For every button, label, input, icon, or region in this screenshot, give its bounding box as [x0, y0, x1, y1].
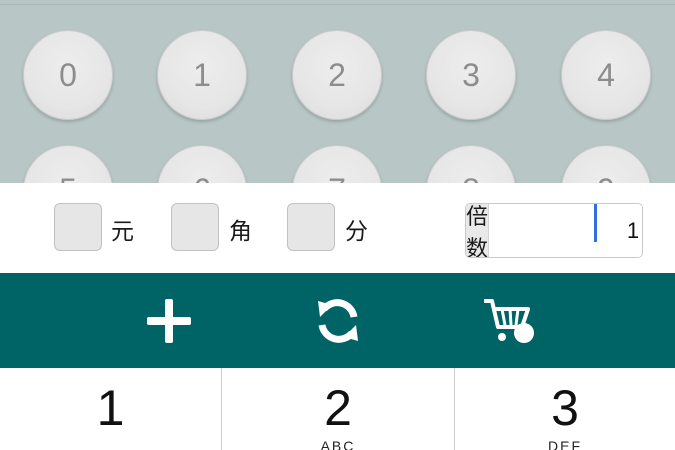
keypad-key-digit: 2: [324, 380, 352, 436]
ball-8[interactable]: 8: [426, 145, 516, 183]
unit-checkbox-fen[interactable]: [287, 203, 335, 251]
text-cursor: [594, 204, 597, 242]
ball-2[interactable]: 2: [292, 30, 382, 120]
ball-3[interactable]: 3: [426, 30, 516, 120]
action-toolbar: [0, 273, 675, 368]
numeric-keypad: 1 2 ABC 3 DEF: [0, 368, 675, 450]
add-to-cart-button[interactable]: [463, 273, 553, 368]
multiplier-field: 倍数: [465, 203, 643, 258]
keypad-key-letters: ABC: [320, 438, 356, 450]
unit-label-fen: 分: [345, 219, 368, 245]
cart-icon: [484, 298, 534, 343]
keypad-key-1[interactable]: 1: [0, 368, 221, 450]
keypad-key-digit: 1: [96, 380, 125, 436]
ball-6[interactable]: 6: [157, 145, 247, 183]
multiplier-input[interactable]: [489, 204, 642, 257]
unit-checkbox-yuan[interactable]: [54, 203, 102, 251]
keypad-key-3[interactable]: 3 DEF: [455, 368, 675, 450]
plus-icon: [147, 298, 191, 343]
ball-1[interactable]: 1: [157, 30, 247, 120]
unit-label-yuan: 元: [111, 219, 134, 245]
keypad-key-digit: 3: [551, 380, 579, 436]
ball-5[interactable]: 5: [23, 145, 113, 183]
keypad-key-letters: DEF: [548, 438, 582, 450]
unit-multiplier-bar: 元 角 分 倍数: [0, 183, 675, 273]
ball-0[interactable]: 0: [23, 30, 113, 120]
ball-9[interactable]: 9: [561, 145, 651, 183]
unit-label-jiao: 角: [229, 219, 252, 245]
add-selection-button[interactable]: [124, 273, 214, 368]
refresh-icon: [318, 298, 358, 343]
number-ball-grid: 0 1 2 3 4 5 6 7 8 9: [0, 0, 675, 183]
random-refresh-button[interactable]: [293, 273, 383, 368]
ball-7[interactable]: 7: [292, 145, 382, 183]
ball-4[interactable]: 4: [561, 30, 651, 120]
unit-checkbox-jiao[interactable]: [171, 203, 219, 251]
keypad-key-2[interactable]: 2 ABC: [222, 368, 454, 450]
multiplier-label: 倍数: [466, 204, 490, 258]
divider: [0, 4, 675, 5]
